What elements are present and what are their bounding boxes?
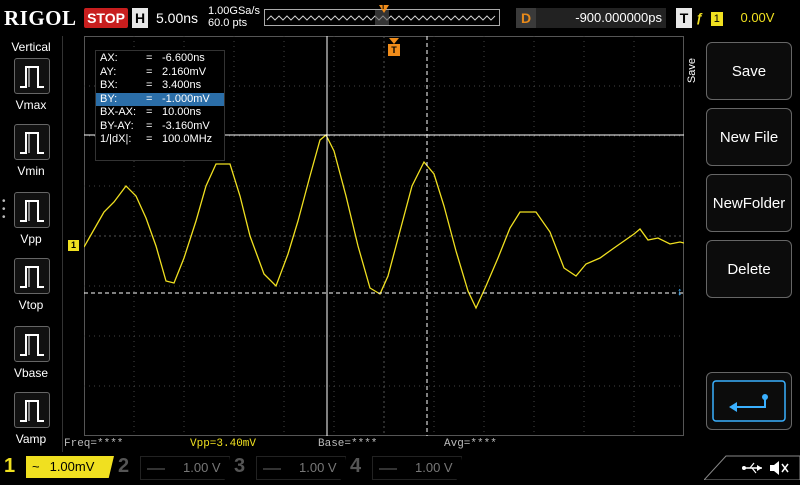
cursor-key: BY-AY: — [100, 119, 134, 132]
run-stop-status[interactable]: STOP — [84, 8, 128, 28]
save-menu-save-button[interactable]: Save — [706, 42, 792, 100]
trigger-label[interactable]: T — [676, 8, 692, 28]
save-menu-new-file-button[interactable]: New File — [706, 108, 792, 166]
vamp-pulse-icon — [20, 400, 44, 422]
cursor-row[interactable]: BY-AY: = -3.160mV — [96, 120, 224, 134]
cursor-equals: = — [146, 92, 153, 105]
delay-value[interactable]: -900.000000ps — [536, 8, 666, 28]
cursor-key: BX-AX: — [100, 106, 137, 118]
cursor-value: 10.00ns — [162, 106, 202, 118]
cursor-value: -3.160mV — [162, 119, 210, 132]
channel-1-number[interactable]: 1 — [4, 452, 15, 480]
acquisition-info: 1.00GSa/s 60.0 pts — [208, 5, 260, 29]
save-menu-newfolder-button[interactable]: NewFolder — [706, 174, 792, 232]
measure-item-vbase-button[interactable] — [14, 326, 50, 362]
measure-item-label: Vamp — [15, 432, 47, 446]
base-measurement[interactable]: Base=**** — [318, 436, 377, 452]
channel-scale: 1.00 V — [299, 460, 337, 475]
cursor-value: -1.000mV — [162, 92, 210, 105]
measure-item-label: Vmin — [17, 164, 45, 178]
channel-scale: 1.00 V — [415, 460, 453, 475]
trigger-time-arrow-icon — [389, 38, 399, 44]
sample-rate: 1.00GSa/s — [208, 5, 260, 17]
cursor-key: AX: — [100, 52, 118, 64]
measure-menu-title: Vertical — [11, 40, 51, 54]
horizontal-label[interactable]: H — [132, 8, 148, 28]
vpp-measurement[interactable]: Vpp=3.40mV — [190, 436, 256, 452]
memory-overview-bar[interactable]: T — [264, 4, 500, 26]
cursor-equals: = — [146, 65, 153, 78]
vbase-pulse-icon — [20, 334, 44, 356]
vmax-pulse-icon — [20, 66, 44, 88]
more-items-dots-icon[interactable]: • • • — [2, 197, 6, 223]
trigger-settings[interactable]: ƒ 1 0.00V — [696, 8, 800, 28]
cursor-equals: = — [146, 52, 153, 64]
cursor-equals: = — [146, 119, 153, 132]
cursor-row[interactable]: BX-AX: = 10.00ns — [96, 106, 224, 120]
channel-4-status[interactable]: 1.00 V — [372, 456, 462, 480]
coupling-icon: ~ — [32, 459, 40, 474]
trigger-level-value: 0.00V — [740, 10, 775, 25]
avg-measurement[interactable]: Avg=**** — [444, 436, 497, 452]
measure-item-vmax-button[interactable] — [14, 58, 50, 94]
measurement-bar: Freq=**** Vpp=3.40mV Base=**** Avg=**** — [62, 436, 702, 452]
vmin-pulse-icon — [20, 132, 44, 154]
measure-item-label: Vpp — [20, 232, 42, 246]
rising-edge-icon: ƒ — [696, 10, 704, 25]
trigger-source-badge: 1 — [710, 12, 723, 26]
measure-item-label: Vtop — [18, 298, 44, 312]
cursor-row[interactable]: 1/|dX|: = 100.0MHz — [96, 133, 224, 147]
status-icons — [702, 452, 800, 481]
cursor-value: 100.0MHz — [162, 133, 213, 145]
vtop-pulse-icon — [20, 266, 44, 288]
ch1-offset-marker[interactable]: 1 — [68, 240, 79, 251]
measure-item-vamp-button[interactable] — [14, 392, 50, 428]
channel-2-number[interactable]: 2 — [118, 452, 129, 480]
trigger-time-marker[interactable]: T — [388, 44, 400, 56]
memory-depth: 60.0 pts — [208, 17, 248, 29]
coupling-icon — [147, 467, 165, 470]
channel-1-status[interactable]: ~1.00mV — [26, 456, 114, 478]
cursor-value: -6.600ns — [162, 52, 205, 64]
cursor-row[interactable]: AX: = -6.600ns — [96, 52, 224, 66]
channel-3-status[interactable]: 1.00 V — [256, 456, 346, 480]
cursor-equals: = — [146, 133, 153, 145]
cursor-key: BX: — [100, 79, 118, 91]
return-button[interactable] — [706, 372, 792, 430]
cursor-value: 3.400ns — [162, 79, 202, 91]
memory-trigger-letter: T — [381, 4, 386, 11]
timebase-value[interactable]: 5.00ns — [156, 10, 198, 26]
return-arrow-icon — [712, 380, 786, 422]
cursor-equals: = — [146, 106, 153, 118]
measure-item-label: Vbase — [13, 366, 49, 380]
cursor-key: AY: — [100, 65, 117, 78]
channel-2-status[interactable]: 1.00 V — [140, 456, 230, 480]
cursor-b-handle-icon[interactable]: ↕ — [677, 286, 683, 298]
save-menu-delete-button[interactable]: Delete — [706, 240, 792, 298]
coupling-icon — [379, 467, 397, 470]
save-menu-title: Save — [686, 58, 698, 84]
delay-label[interactable]: D — [516, 8, 536, 28]
cursor-row[interactable]: BX: = 3.400ns — [96, 79, 224, 93]
brand-logo: RIGOL — [4, 6, 77, 30]
cursor-key: BY: — [100, 92, 118, 105]
coupling-icon — [263, 467, 281, 470]
channel-3-number[interactable]: 3 — [234, 452, 245, 480]
measure-item-label: Vmax — [15, 98, 47, 112]
freq-measurement[interactable]: Freq=**** — [64, 436, 123, 452]
cursor-row[interactable]: BY: = -1.000mV — [96, 92, 224, 106]
measure-item-vmin-button[interactable] — [14, 124, 50, 160]
measure-item-vtop-button[interactable] — [14, 258, 50, 294]
vpp-pulse-icon — [20, 200, 44, 222]
cursor-key: 1/|dX|: — [100, 133, 132, 145]
channel-scale: 1.00mV — [49, 459, 95, 474]
measure-item-vpp-button[interactable] — [14, 192, 50, 228]
cursor-value: 2.160mV — [162, 65, 207, 78]
channel-4-number[interactable]: 4 — [350, 452, 361, 480]
cursor-readout-box: AX: = -6.600ns AY: = 2.160mV BX: = 3.400ns BY: = -1… — [95, 50, 225, 161]
channel-scale: 1.00 V — [183, 460, 221, 475]
cursor-row[interactable]: AY: = 2.160mV — [96, 66, 224, 80]
cursor-equals: = — [146, 79, 153, 91]
